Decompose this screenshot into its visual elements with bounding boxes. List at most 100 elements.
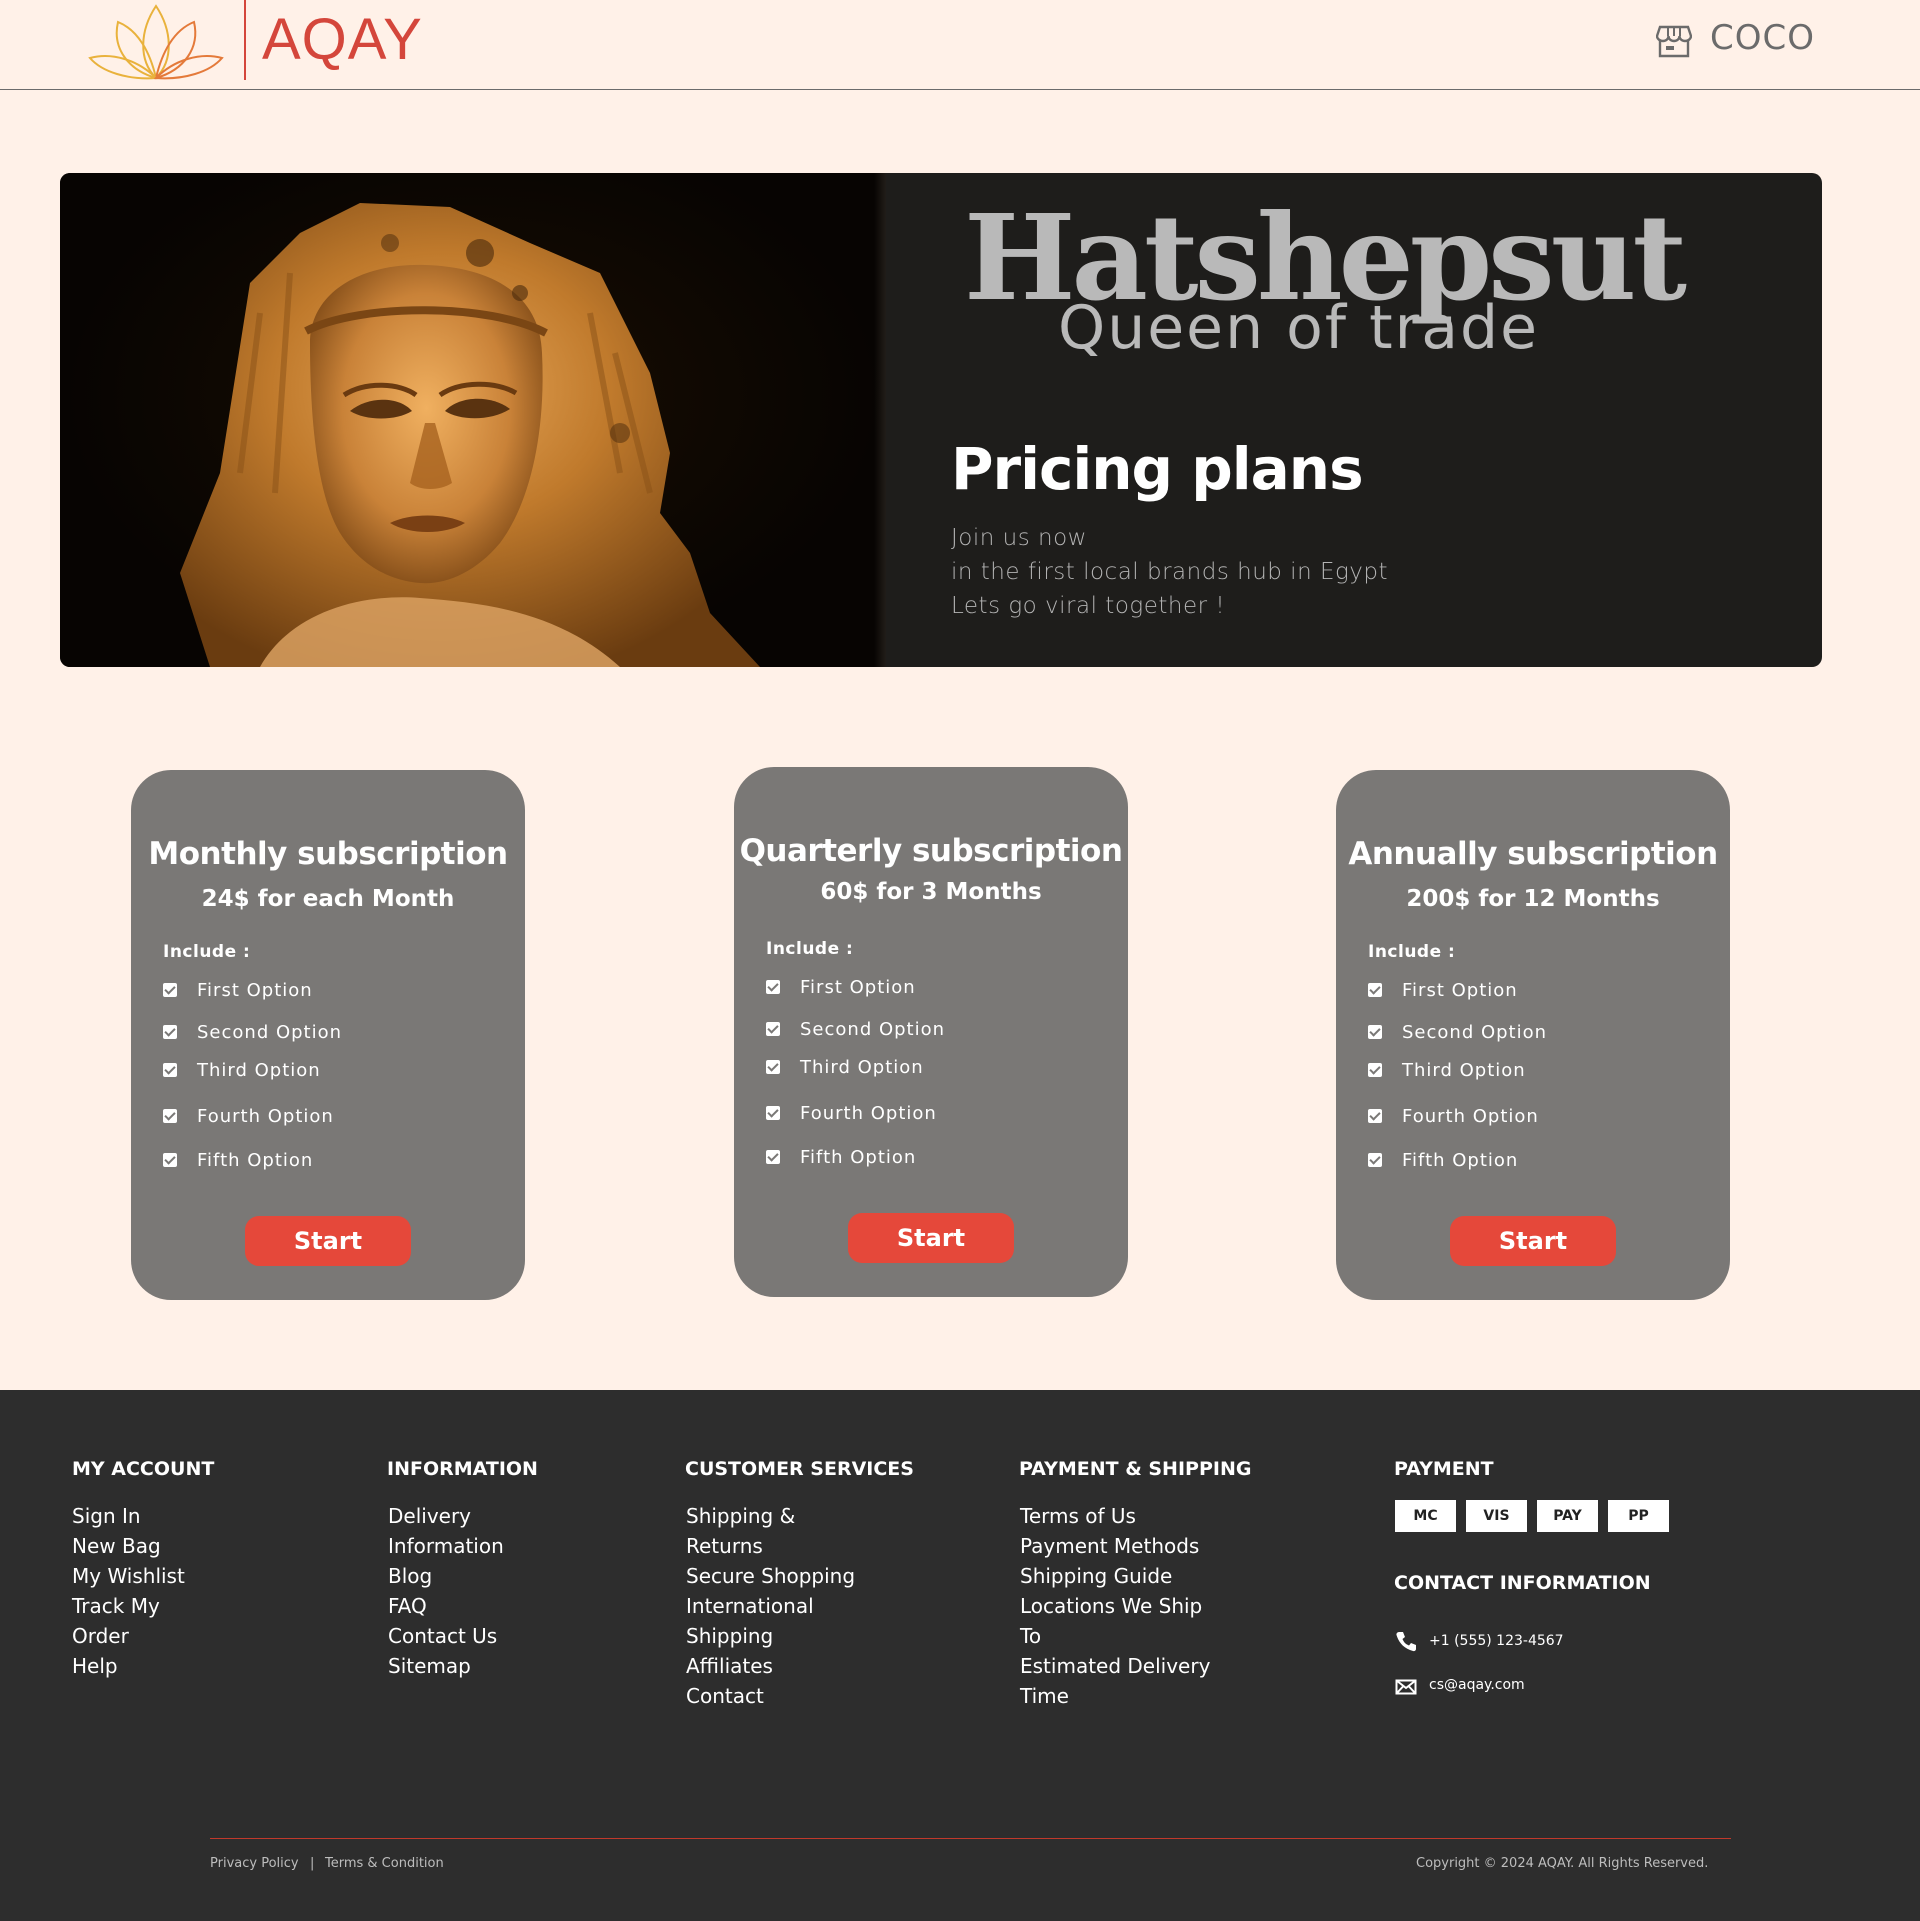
contact-phone[interactable]: +1 (555) 123-4567 (1429, 1633, 1564, 1649)
option-label: Second Option (1402, 1021, 1548, 1043)
plan-card-quarterly: Quarterly subscription 60$ for 3 Months … (734, 767, 1128, 1297)
checkbox-icon (163, 1063, 177, 1077)
lotus-logo-icon[interactable] (88, 0, 224, 80)
option-label: First Option (197, 979, 313, 1001)
plan-option: Second Option (1368, 1020, 1547, 1044)
option-label: Fifth Option (800, 1146, 917, 1168)
footer-link-locations[interactable]: To (1020, 1624, 1041, 1648)
checkbox-icon (766, 980, 780, 994)
checkbox-icon (1368, 1063, 1382, 1077)
checkbox-icon (163, 1109, 177, 1123)
footer-heading-payment: PAYMENT (1394, 1458, 1494, 1480)
footer-link-faq[interactable]: FAQ (388, 1594, 427, 1618)
footer-link-wishlist[interactable]: My Wishlist (72, 1564, 185, 1588)
footer-link-contact[interactable]: Contact (686, 1684, 764, 1708)
plan-option: Third Option (766, 1055, 924, 1079)
checkbox-icon (766, 1106, 780, 1120)
checkbox-icon (1368, 1109, 1382, 1123)
footer-link-delivery-information[interactable]: Delivery (388, 1504, 471, 1528)
plan-option: Fifth Option (163, 1148, 313, 1172)
footer-link-shipping-returns[interactable]: Shipping & (686, 1504, 795, 1528)
plan-option: Fourth Option (1368, 1104, 1539, 1128)
footer-link-sitemap[interactable]: Sitemap (388, 1654, 471, 1678)
start-annually-button[interactable]: Start (1450, 1216, 1616, 1266)
payment-badge-paypal: PP (1608, 1500, 1669, 1532)
photo-edge-shadow (874, 173, 886, 667)
contact-email[interactable]: cs@aqay.com (1429, 1677, 1525, 1693)
option-label: Fourth Option (197, 1105, 334, 1127)
include-label: Include : (766, 939, 854, 959)
checkbox-icon (1368, 983, 1382, 997)
checkbox-icon (766, 1150, 780, 1164)
footer-link-estimated-delivery[interactable]: Time (1020, 1684, 1069, 1708)
footer-link-estimated-delivery[interactable]: Estimated Delivery (1020, 1654, 1210, 1678)
plan-card-annually: Annually subscription 200$ for 12 Months… (1336, 770, 1730, 1300)
footer-link-contact-us[interactable]: Contact Us (388, 1624, 497, 1648)
terms-condition-link[interactable]: Terms & Condition (325, 1856, 444, 1871)
footer-heading-payment-shipping: PAYMENT & SHIPPING (1019, 1458, 1252, 1480)
store-icon[interactable] (1656, 24, 1692, 58)
footer-heading-customer-services: CUSTOMER SERVICES (685, 1458, 914, 1480)
footer-heading-information: INFORMATION (387, 1458, 538, 1480)
footer-link-help[interactable]: Help (72, 1654, 118, 1678)
footer-link-shipping-returns[interactable]: Returns (686, 1534, 763, 1558)
plan-option: Third Option (163, 1058, 321, 1082)
start-monthly-button[interactable]: Start (245, 1216, 411, 1266)
plan-price: 200$ for 12 Months (1406, 886, 1660, 912)
plan-option: First Option (163, 978, 313, 1002)
footer-link-international-shipping[interactable]: Shipping (686, 1624, 773, 1648)
option-label: Third Option (1402, 1059, 1526, 1081)
footer-link-sign-in[interactable]: Sign In (72, 1504, 141, 1528)
footer-link-affiliates[interactable]: Affiliates (686, 1654, 773, 1678)
hero-subtitle: Queen of trade (1058, 293, 1540, 363)
phone-icon (1396, 1632, 1416, 1652)
plan-option: Second Option (163, 1020, 342, 1044)
pricing-heading: Pricing plans (951, 435, 1364, 503)
plan-title: Annually subscription (1348, 836, 1718, 872)
store-name[interactable]: COCO (1710, 18, 1815, 58)
plan-option: Second Option (766, 1017, 945, 1041)
plan-title: Quarterly subscription (739, 833, 1123, 869)
privacy-policy-link[interactable]: Privacy Policy (210, 1856, 299, 1871)
footer-link-international-shipping[interactable]: International (686, 1594, 814, 1618)
plan-option: Third Option (1368, 1058, 1526, 1082)
plan-title: Monthly subscription (148, 836, 508, 872)
footer-separator: | (310, 1856, 315, 1871)
footer-link-new-bag[interactable]: New Bag (72, 1534, 161, 1558)
start-quarterly-button[interactable]: Start (848, 1213, 1014, 1263)
checkbox-icon (766, 1022, 780, 1036)
plan-option: First Option (766, 975, 916, 999)
footer-heading-contact: CONTACT INFORMATION (1394, 1572, 1651, 1594)
plan-card-monthly: Monthly subscription 24$ for each Month … (131, 770, 525, 1300)
footer-link-shipping-guide[interactable]: Shipping Guide (1020, 1564, 1172, 1588)
logo-divider (244, 0, 246, 80)
footer-link-track-order[interactable]: Order (72, 1624, 129, 1648)
footer-link-locations[interactable]: Locations We Ship (1020, 1594, 1202, 1618)
brand-name[interactable]: AQAY (262, 6, 423, 73)
plan-option: Fifth Option (766, 1145, 916, 1169)
option-label: Fourth Option (800, 1102, 937, 1124)
option-label: Third Option (800, 1056, 924, 1078)
option-label: Second Option (197, 1021, 343, 1043)
footer-link-track-order[interactable]: Track My (72, 1594, 160, 1618)
footer-link-payment-methods[interactable]: Payment Methods (1020, 1534, 1199, 1558)
option-label: First Option (800, 976, 916, 998)
footer-link-terms-of-us[interactable]: Terms of Us (1020, 1504, 1136, 1528)
hero-line-3: Lets go viral together ! (951, 593, 1226, 619)
checkbox-icon (1368, 1025, 1382, 1039)
checkbox-icon (163, 1025, 177, 1039)
copyright-text: Copyright © 2024 AQAY. All Rights Reserv… (1416, 1856, 1709, 1871)
footer-link-secure-shopping[interactable]: Secure Shopping (686, 1564, 855, 1588)
site-header: AQAY COCO (0, 0, 1920, 90)
option-label: Fourth Option (1402, 1105, 1539, 1127)
footer-divider (210, 1838, 1731, 1839)
hero-line-2: in the first local brands hub in Egypt (951, 559, 1389, 585)
option-label: Second Option (800, 1018, 946, 1040)
plan-option: Fourth Option (163, 1104, 334, 1128)
footer-link-delivery-information[interactable]: Information (388, 1534, 504, 1558)
footer-heading-my-account: MY ACCOUNT (72, 1458, 215, 1480)
hatshepsut-statue-image (60, 173, 886, 667)
plan-price: 60$ for 3 Months (820, 879, 1042, 905)
include-label: Include : (1368, 942, 1456, 962)
footer-link-blog[interactable]: Blog (388, 1564, 432, 1588)
